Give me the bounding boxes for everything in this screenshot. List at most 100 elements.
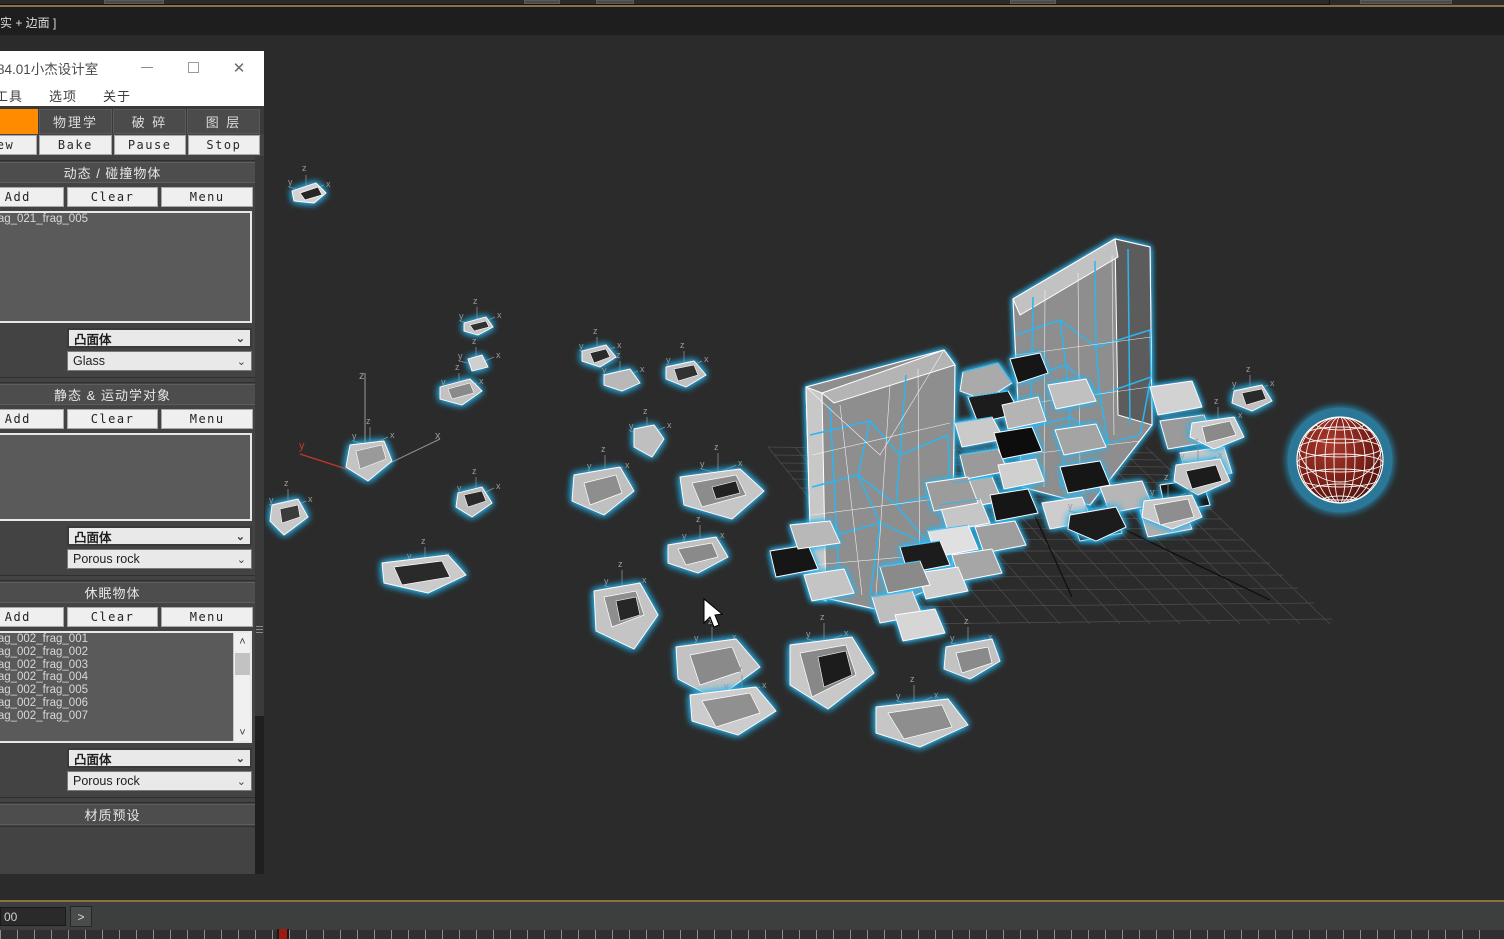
group-buttons: Add Clear Menu (0, 406, 257, 431)
timeline-bar: 00 > (0, 900, 1504, 939)
maximize-button[interactable] (170, 51, 216, 84)
clear-button[interactable]: Clear (66, 187, 159, 207)
svg-text:x: x (1270, 378, 1275, 388)
geometry-label: 何体 (0, 749, 61, 768)
timeline-tick (782, 930, 783, 939)
timeline-tick (1105, 930, 1106, 939)
list-item[interactable]: 3_frag_002_frag_001 (0, 633, 250, 646)
timeline-tick (442, 930, 443, 939)
svg-text:x: x (497, 310, 502, 320)
timeline-tick (1343, 930, 1344, 939)
svg-text:y: y (806, 629, 811, 639)
geometry-combo[interactable]: 凸面体 ⌄ (67, 526, 252, 546)
tab-layers[interactable]: 图 层 (187, 109, 260, 134)
svg-text:z: z (738, 664, 743, 674)
menu-button[interactable]: Menu (161, 607, 254, 627)
timeline-tick (1428, 930, 1429, 939)
timeline-tick (493, 930, 494, 939)
object-listbox[interactable]: 3_frag_021_frag_005 (0, 211, 252, 323)
dialog-titlebar[interactable]: ire 1.84.01小杰设计室 ✕ (0, 51, 264, 84)
close-button[interactable]: ✕ (216, 51, 262, 84)
menu-item-about[interactable]: 关于 (103, 86, 131, 105)
tab-physics[interactable]: 物理学 (39, 109, 112, 134)
svg-text:x: x (640, 364, 645, 374)
timeline-tick (1054, 930, 1055, 939)
svg-text:x: x (762, 680, 767, 690)
object-listbox[interactable]: 3_frag_002_frag_001 3_frag_002_frag_002 … (0, 631, 252, 743)
object-listbox[interactable]: 001 (0, 433, 252, 521)
stop-button[interactable]: Stop (187, 135, 260, 155)
preview-button[interactable]: iew (0, 135, 38, 155)
timeline-tick (697, 930, 698, 939)
tab-fracture[interactable]: 破 碎 (113, 109, 186, 134)
geometry-combo[interactable]: 凸面体 ⌄ (67, 748, 252, 768)
material-row: Glass ⌄ (0, 348, 257, 371)
menu-button[interactable]: Menu (161, 187, 254, 207)
list-item[interactable]: 3_frag_002_frag_006 (0, 697, 250, 710)
toolbar-chunk[interactable] (596, 0, 634, 4)
list-item[interactable]: 3_frag_002_frag_002 (0, 646, 250, 659)
timeline-tick (629, 930, 630, 939)
scroll-down-icon[interactable]: ˅ (234, 724, 250, 741)
scrollbar-grip[interactable] (256, 626, 263, 633)
material-combo[interactable]: Porous rock ⌄ (67, 549, 252, 569)
menu-item-tools[interactable]: 工具 (0, 86, 23, 105)
list-item[interactable]: 3_frag_002_frag_007 (0, 710, 250, 723)
frame-next-button[interactable]: > (70, 906, 92, 927)
dialog-vertical-scrollbar[interactable] (255, 156, 264, 874)
svg-text:x: x (934, 690, 939, 700)
timeline-tick (340, 930, 341, 939)
minimize-button[interactable] (124, 51, 170, 84)
list-item[interactable]: 001 (0, 435, 250, 448)
dialog-tabs: 物理学 破 碎 图 层 (0, 106, 264, 134)
group-buttons: Add Clear Menu (0, 184, 257, 209)
menu-item-options[interactable]: 选项 (49, 86, 77, 105)
toolbar-chunk[interactable] (104, 0, 164, 4)
list-item[interactable]: 3_frag_021_frag_005 (0, 213, 250, 226)
svg-text:y: y (1200, 411, 1205, 421)
listbox-scrollbar[interactable]: ˄ ˅ (233, 633, 250, 741)
timeline-tick (935, 930, 936, 939)
svg-text:y: y (288, 177, 293, 187)
svg-text:z: z (820, 612, 825, 622)
frame-number-field[interactable]: 00 (0, 907, 66, 926)
timeline-tick (731, 930, 732, 939)
toolbar-chunk[interactable] (524, 0, 560, 4)
timeline-tick (578, 930, 579, 939)
list-item[interactable]: 3_frag_002_frag_005 (0, 684, 250, 697)
svg-text:z: z (643, 406, 648, 416)
pause-button[interactable]: Pause (113, 135, 186, 155)
scrollbar-thumb[interactable] (235, 653, 250, 675)
timeline-tick (561, 930, 562, 939)
svg-text:z: z (616, 350, 621, 360)
timeline-playhead[interactable] (277, 929, 289, 939)
add-button[interactable]: Add (0, 409, 64, 429)
tab-active[interactable] (0, 109, 38, 134)
material-combo[interactable]: Porous rock ⌄ (67, 771, 252, 791)
list-item[interactable]: 3_frag_002_frag_003 (0, 659, 250, 672)
material-combo[interactable]: Glass ⌄ (67, 351, 252, 371)
svg-text:x: x (1218, 450, 1223, 460)
add-button[interactable]: Add (0, 187, 64, 207)
geometry-combo[interactable]: 凸面体 ⌄ (67, 328, 252, 348)
timeline-tick (289, 930, 290, 939)
clear-button[interactable]: Clear (66, 607, 159, 627)
clear-button[interactable]: Clear (66, 409, 159, 429)
svg-text:y: y (629, 421, 634, 431)
list-item[interactable]: 3_frag_002_frag_004 (0, 671, 250, 684)
top-toolbar-strip (0, 0, 1504, 7)
svg-text:x: x (326, 179, 331, 189)
svg-text:z: z (964, 616, 969, 626)
toolbar-chunk[interactable] (1010, 0, 1056, 4)
svg-text:x: x (479, 376, 484, 386)
toolbar-chunk[interactable] (1360, 0, 1452, 4)
collision-sphere[interactable] (1287, 407, 1393, 513)
pulldownit-dialog[interactable]: ire 1.84.01小杰设计室 ✕ 工具 选项 关于 物理学 破 碎 图 层 … (0, 50, 265, 875)
app-root: 实 + 边面 ] z x y z x y z x y z x y z x y z… (0, 0, 1504, 939)
timeline-tick (255, 930, 256, 939)
add-button[interactable]: Add (0, 607, 64, 627)
bake-button[interactable]: Bake (39, 135, 112, 155)
scroll-up-icon[interactable]: ˄ (234, 633, 250, 650)
menu-button[interactable]: Menu (161, 409, 254, 429)
timeline-track[interactable] (0, 929, 1504, 939)
